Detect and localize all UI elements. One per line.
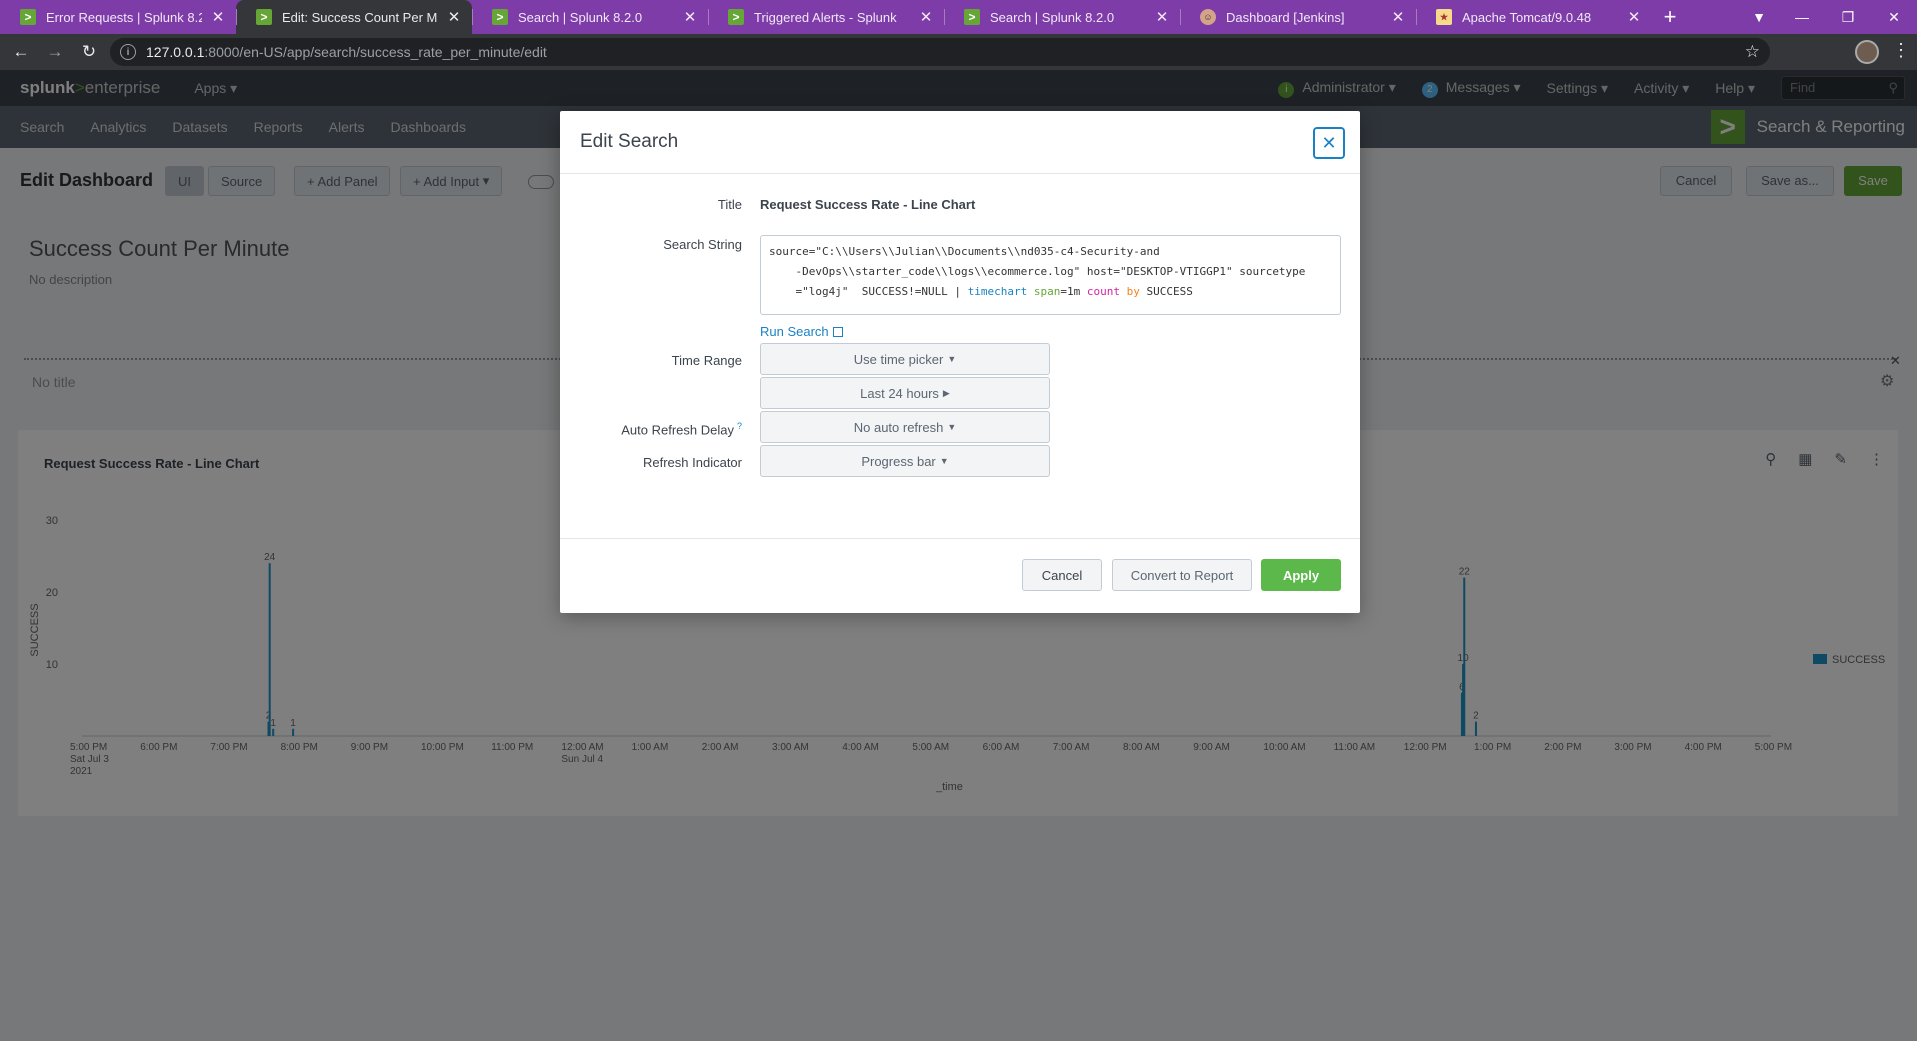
auto-refresh-label: Auto Refresh Delay? — [621, 421, 742, 438]
edit-search-modal: Edit Search ✕ Title Request Success Rate… — [560, 111, 1360, 613]
tab-title: Edit: Success Count Per Minute | — [282, 9, 438, 25]
tab-title: Search | Splunk 8.2.0 — [518, 9, 643, 25]
browser-menu-icon[interactable]: ⋮ — [1892, 40, 1910, 61]
back-arrow-icon[interactable]: ← — [8, 39, 34, 65]
restore-button[interactable]: ❐ — [1825, 9, 1871, 26]
tab-title: Error Requests | Splunk 8.2.0 — [46, 9, 202, 25]
tab-close-icon[interactable]: ✕ — [1626, 8, 1642, 26]
search-string-editor[interactable]: source="C:\\Users\\Julian\\Documents\\nd… — [760, 235, 1341, 315]
bookmark-star-icon[interactable]: ☆ — [1745, 42, 1760, 62]
cancel-button[interactable]: Cancel — [1022, 559, 1102, 591]
minimize-button[interactable]: — — [1779, 9, 1825, 25]
url-host: 127.0.0.1 — [146, 44, 205, 60]
tab-search-icon[interactable]: ▼ — [1739, 9, 1779, 25]
splunk-favicon-icon: > — [492, 9, 508, 25]
tab-title: Dashboard [Jenkins] — [1226, 9, 1345, 25]
close-window-button[interactable]: ✕ — [1871, 9, 1917, 26]
refresh-indicator-dropdown[interactable]: Progress bar ▼ — [760, 445, 1050, 477]
jenkins-favicon-icon: ☺ — [1200, 9, 1216, 25]
reload-icon[interactable]: ↻ — [76, 39, 102, 65]
browser-tab-strip: > Error Requests | Splunk 8.2.0 ✕ > Edit: Su… — [0, 0, 1917, 34]
auto-refresh-dropdown[interactable]: No auto refresh ▼ — [760, 411, 1050, 443]
convert-to-report-button[interactable]: Convert to Report — [1112, 559, 1252, 591]
splunk-favicon-icon: > — [964, 9, 980, 25]
refresh-indicator-label: Refresh Indicator — [643, 455, 742, 470]
modal-header: Edit Search ✕ — [560, 111, 1360, 174]
time-range-dropdown[interactable]: Last 24 hours ▶ — [760, 377, 1050, 409]
time-range-label: Time Range — [671, 353, 742, 368]
address-bar[interactable]: i 127.0.0.1:8000/en-US/app/search/succes… — [110, 38, 1770, 66]
window-controls: ▼ — ❐ ✕ — [1739, 0, 1917, 34]
forward-arrow-icon[interactable]: → — [42, 39, 68, 65]
splunk-favicon-icon: > — [20, 9, 36, 25]
browser-tab[interactable]: > Edit: Success Count Per Minute | ✕ — [236, 0, 472, 34]
new-tab-button[interactable]: + — [1652, 0, 1688, 34]
tab-close-icon[interactable]: ✕ — [1154, 8, 1170, 26]
modal-title: Edit Search — [580, 131, 679, 152]
profile-avatar[interactable] — [1855, 40, 1879, 64]
tab-close-icon[interactable]: ✕ — [210, 8, 226, 26]
modal-footer: Cancel Convert to Report Apply — [560, 539, 1360, 612]
tab-title: Apache Tomcat/9.0.48 — [1462, 9, 1592, 25]
url-path: :8000/en-US/app/search/success_rate_per_… — [204, 44, 547, 60]
browser-tab[interactable]: > Error Requests | Splunk 8.2.0 ✕ — [0, 0, 236, 34]
browser-tab[interactable]: ★ Apache Tomcat/9.0.48 ✕ — [1416, 0, 1652, 34]
tab-close-icon[interactable]: ✕ — [1390, 8, 1406, 26]
tab-title: Triggered Alerts - Splunk — [754, 9, 897, 25]
title-label: Title — [717, 197, 742, 212]
browser-tab[interactable]: ☺ Dashboard [Jenkins] ✕ — [1180, 0, 1416, 34]
browser-tab[interactable]: > Search | Splunk 8.2.0 ✕ — [944, 0, 1180, 34]
tab-close-icon[interactable]: ✕ — [918, 8, 934, 26]
modal-body: Title Request Success Rate - Line Chart … — [560, 174, 1360, 539]
splunk-favicon-icon: > — [256, 9, 272, 25]
tab-close-icon[interactable]: ✕ — [682, 8, 698, 26]
apply-button[interactable]: Apply — [1261, 559, 1341, 591]
run-search-link[interactable]: Run Search — [760, 324, 843, 339]
browser-tab[interactable]: > Search | Splunk 8.2.0 ✕ — [472, 0, 708, 34]
search-string-label: Search String — [663, 237, 742, 252]
help-icon[interactable]: ? — [737, 421, 742, 431]
close-icon[interactable]: ✕ — [1313, 127, 1345, 159]
title-value: Request Success Rate - Line Chart — [760, 197, 976, 212]
site-info-icon[interactable]: i — [120, 44, 136, 60]
tab-close-icon[interactable]: ✕ — [446, 8, 462, 26]
external-link-icon — [832, 327, 843, 337]
browser-tab[interactable]: > Triggered Alerts - Splunk ✕ — [708, 0, 944, 34]
splunk-favicon-icon: > — [728, 9, 744, 25]
browser-toolbar: ← → ↻ i 127.0.0.1:8000/en-US/app/search/… — [0, 34, 1917, 70]
time-picker-dropdown[interactable]: Use time picker ▼ — [760, 343, 1050, 375]
tab-title: Search | Splunk 8.2.0 — [990, 9, 1115, 25]
tomcat-favicon-icon: ★ — [1436, 9, 1452, 25]
